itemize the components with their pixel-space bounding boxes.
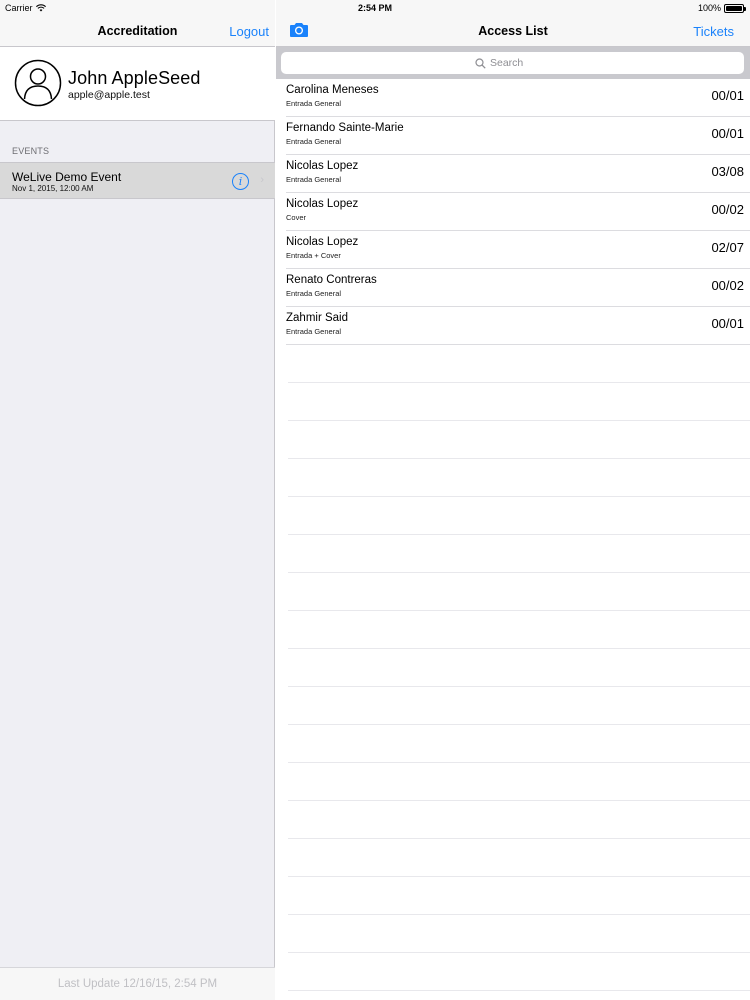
search-field[interactable] — [281, 52, 744, 74]
empty-row-separator — [288, 459, 750, 497]
access-count: 00/01 — [711, 126, 744, 141]
attendee-name: Zahmir Said — [286, 312, 348, 324]
list-item[interactable]: Nicolas Lopez Entrada + Cover 02/07 — [286, 231, 750, 269]
access-count: 00/02 — [711, 202, 744, 217]
empty-row-separator — [288, 497, 750, 535]
access-count: 00/02 — [711, 278, 744, 293]
attendee-name: Carolina Meneses — [286, 84, 379, 96]
search-icon — [475, 57, 486, 69]
status-time: 2:54 PM — [357, 3, 392, 13]
battery-icon — [724, 3, 746, 13]
event-date: Nov 1, 2015, 12:00 AM — [12, 184, 94, 193]
logout-button[interactable]: Logout — [229, 24, 269, 39]
empty-row-separator — [288, 611, 750, 649]
user-name: John AppleSeed — [68, 68, 201, 88]
ticket-type: Cover — [286, 213, 307, 222]
empty-row-separator — [288, 915, 750, 953]
attendee-name: Nicolas Lopez — [286, 160, 359, 172]
list-item[interactable]: Renato Contreras Entrada General 00/02 — [286, 269, 750, 307]
empty-row-separator — [288, 383, 750, 421]
list-item[interactable]: Zahmir Said Entrada General 00/01 — [286, 307, 750, 345]
access-count: 00/01 — [711, 316, 744, 331]
user-email: apple@apple.test — [68, 89, 150, 101]
empty-row-separator — [288, 763, 750, 801]
access-count: 02/07 — [711, 240, 744, 255]
access-list-pane: Access List Tickets Carolina Meneses Ent… — [276, 0, 750, 1000]
battery-percent: 100% — [697, 3, 721, 13]
ticket-type: Entrada + Cover — [286, 251, 341, 260]
info-icon[interactable]: i — [232, 173, 249, 190]
empty-row-separator — [288, 345, 750, 383]
events-section-header: EVENTS — [12, 146, 50, 156]
empty-row-separator — [288, 649, 750, 687]
event-item[interactable]: WeLive Demo Event Nov 1, 2015, 12:00 AM … — [0, 162, 275, 199]
status-bar: Carrier 2:54 PM 100% — [0, 0, 750, 16]
access-count: 00/01 — [711, 88, 744, 103]
list-item[interactable]: Nicolas Lopez Cover 00/02 — [286, 193, 750, 231]
chevron-right-icon: › — [260, 174, 264, 186]
sidebar: Accreditation Logout John AppleSeed appl… — [0, 0, 275, 1000]
avatar-icon — [14, 59, 62, 107]
ticket-type: Entrada General — [286, 327, 342, 336]
battery-indicator: 100% — [697, 3, 746, 13]
empty-row-separator — [288, 573, 750, 611]
last-update-label: Last Update 12/16/15, 2:54 PM — [57, 978, 218, 990]
empty-row-separator — [288, 725, 750, 763]
ticket-type: Entrada General — [286, 137, 342, 146]
attendee-name: Nicolas Lopez — [286, 236, 359, 248]
empty-row-separator — [288, 839, 750, 877]
attendee-name: Fernando Sainte-Marie — [286, 122, 404, 134]
empty-row-separator — [288, 535, 750, 573]
attendee-name: Nicolas Lopez — [286, 198, 359, 210]
search-bar — [276, 47, 750, 79]
empty-row-separator — [288, 421, 750, 459]
ticket-type: Entrada General — [286, 175, 342, 184]
event-title: WeLive Demo Event — [12, 170, 122, 184]
empty-row-separator — [288, 953, 750, 991]
list-item[interactable]: Nicolas Lopez Entrada General 03/08 — [286, 155, 750, 193]
access-list: Carolina Meneses Entrada General 00/01 F… — [276, 79, 750, 991]
search-input[interactable] — [490, 57, 550, 69]
tickets-button[interactable]: Tickets — [693, 24, 734, 39]
empty-row-separator — [288, 801, 750, 839]
attendee-name: Renato Contreras — [286, 274, 377, 286]
ticket-type: Entrada General — [286, 289, 342, 298]
ticket-type: Entrada General — [286, 99, 342, 108]
empty-row-separator — [288, 687, 750, 725]
list-item[interactable]: Fernando Sainte-Marie Entrada General 00… — [286, 117, 750, 155]
access-count: 03/08 — [711, 164, 744, 179]
list-item[interactable]: Carolina Meneses Entrada General 00/01 — [286, 79, 750, 117]
main-title: Access List — [478, 24, 548, 38]
user-profile: John AppleSeed apple@apple.test — [0, 47, 275, 121]
last-update-footer: Last Update 12/16/15, 2:54 PM — [0, 967, 275, 1000]
empty-row-separator — [288, 877, 750, 915]
